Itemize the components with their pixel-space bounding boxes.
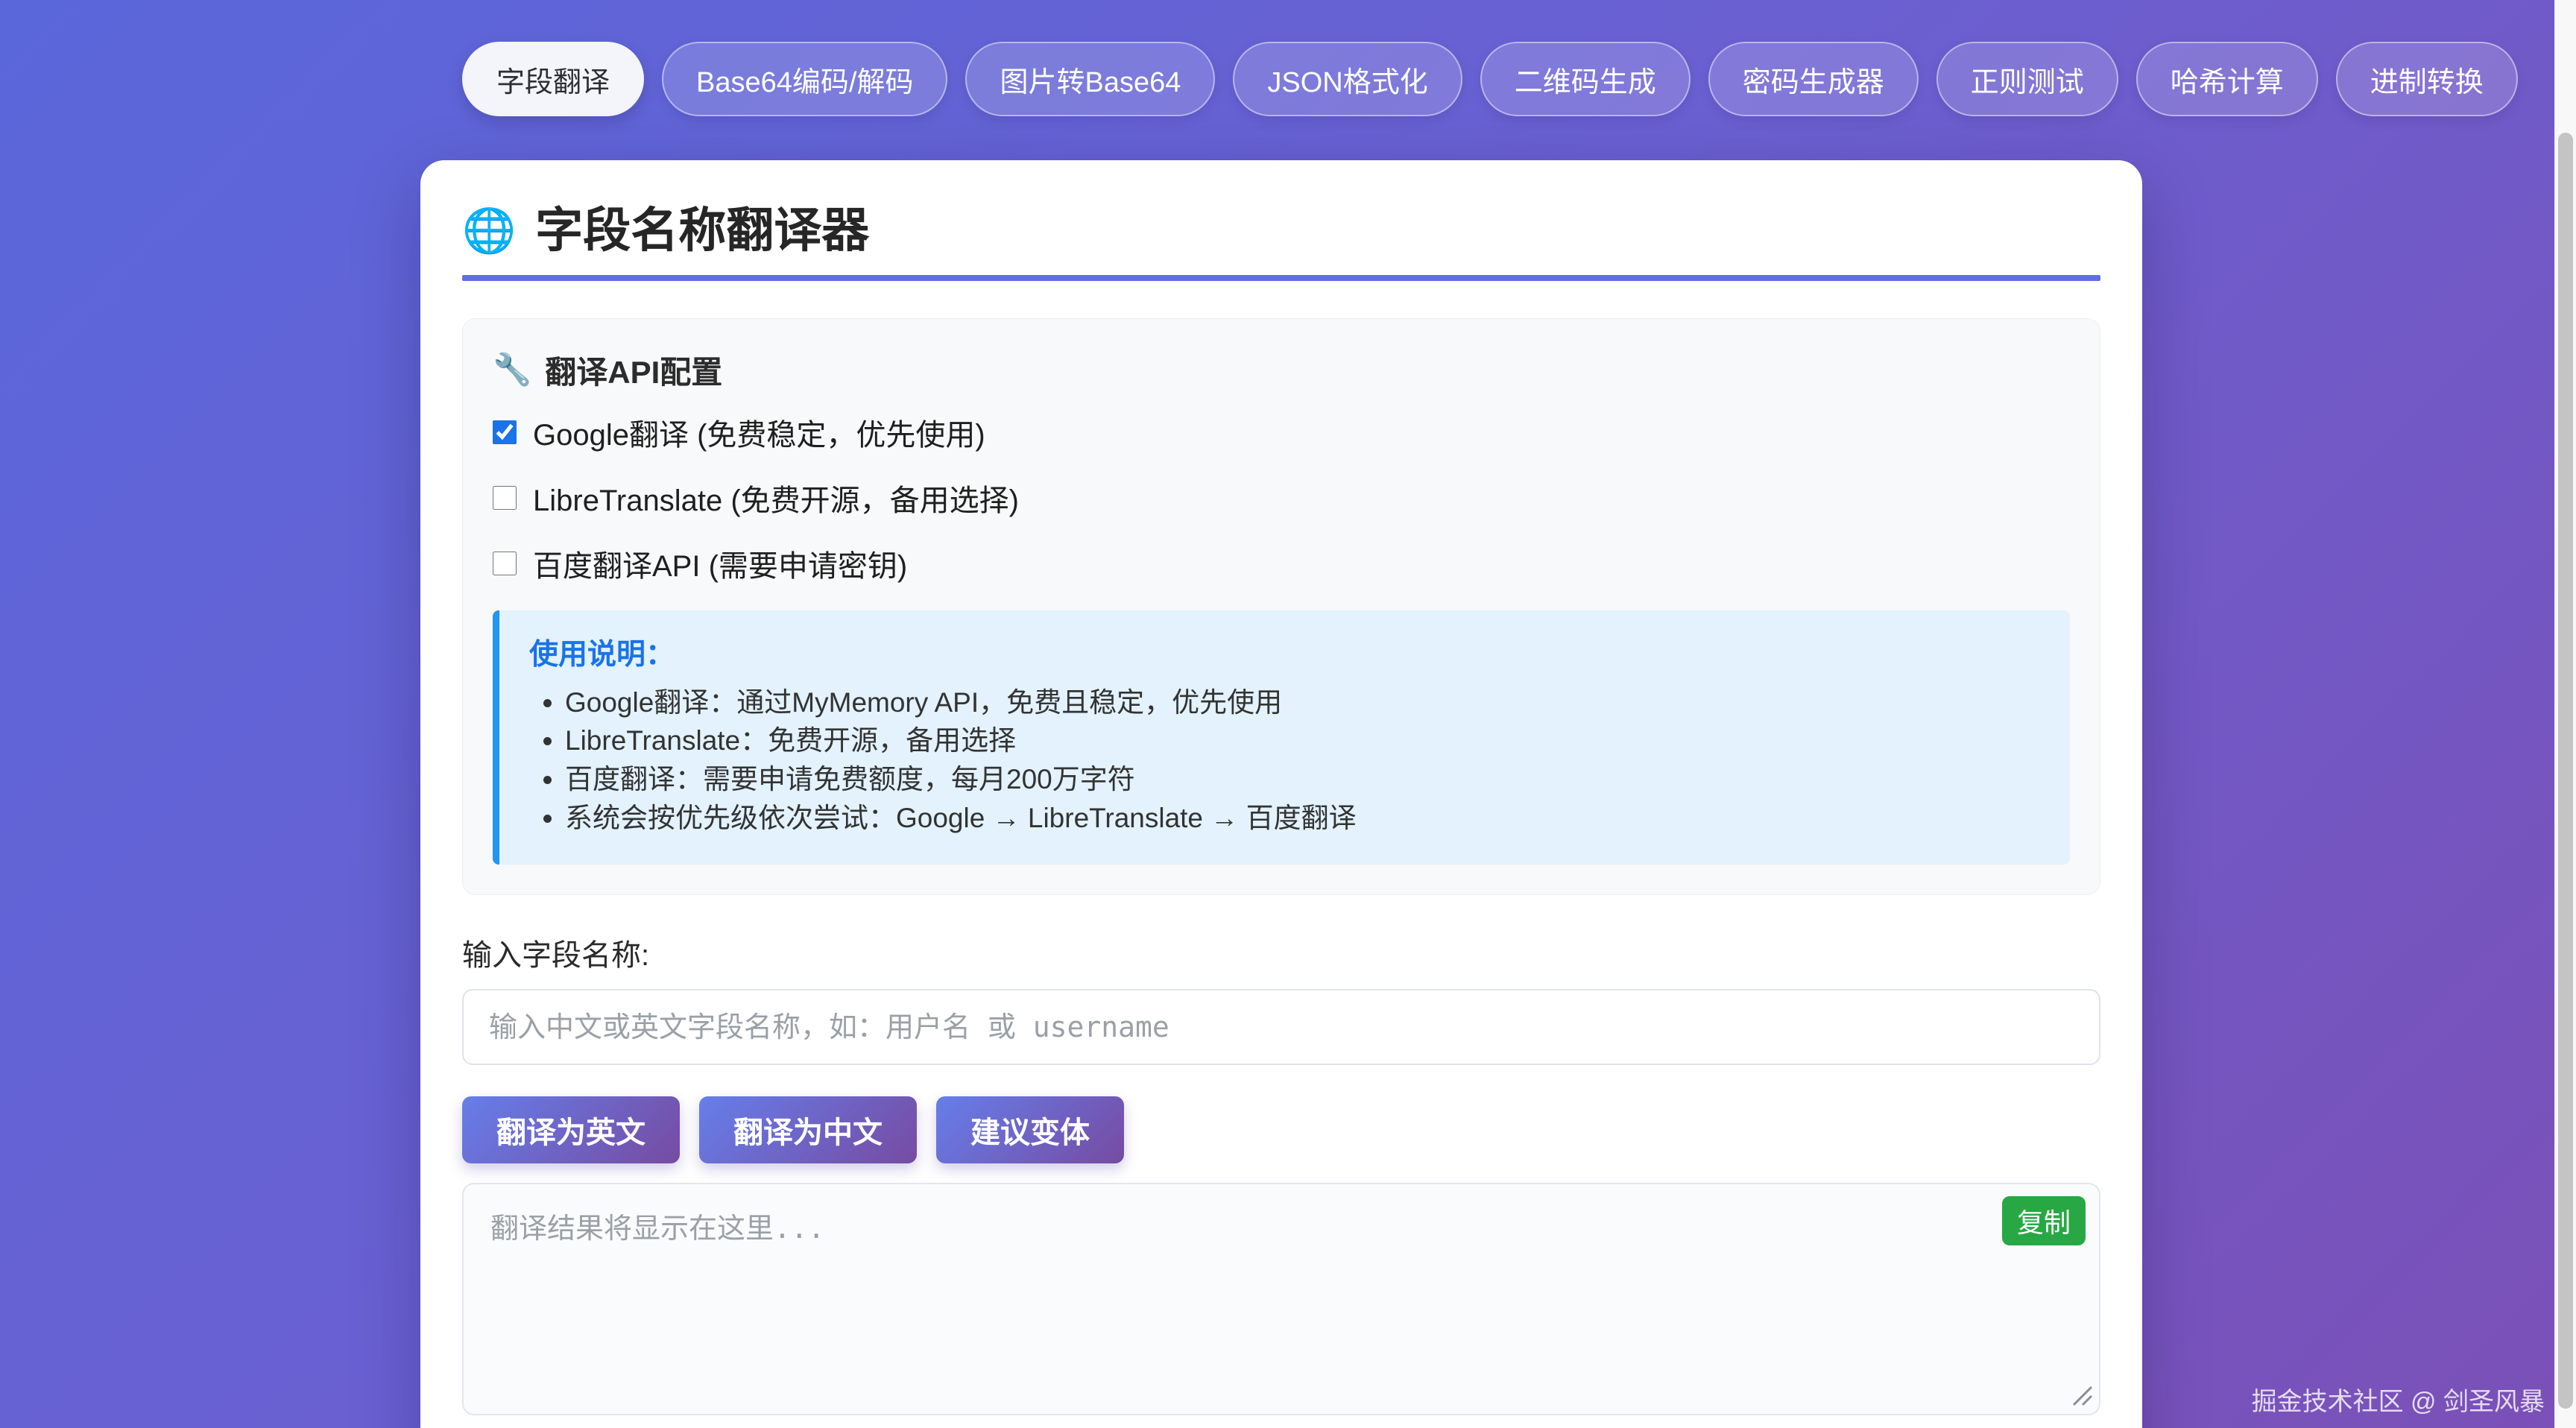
- tool-tab-label: 字段翻译: [496, 59, 610, 100]
- api-option-checkbox[interactable]: [493, 552, 517, 575]
- translate-action-button[interactable]: 建议变体: [936, 1096, 1124, 1163]
- tool-tab[interactable]: 进制转换: [2336, 42, 2518, 116]
- translate-action-label: 翻译为英文: [496, 1116, 645, 1149]
- translate-action-label: 翻译为中文: [733, 1116, 883, 1149]
- action-button-row: 翻译为英文 翻译为中文 建议变体: [462, 1096, 2100, 1163]
- tool-tab[interactable]: 二维码生成: [1480, 42, 1690, 116]
- api-option-checkbox[interactable]: [493, 420, 517, 444]
- usage-info-list: Google翻译：通过MyMemory API，免费且稳定，优先使用 Libre…: [529, 683, 2040, 838]
- page-title-text: 字段名称翻译器: [535, 203, 869, 259]
- translate-action-button[interactable]: 翻译为中文: [699, 1096, 917, 1163]
- footer-credit: 掘金技术社区 @ 剑圣风暴: [2252, 1381, 2545, 1418]
- tool-tab-label: 正则测试: [1971, 59, 2084, 100]
- tool-tab[interactable]: Base64编码/解码: [662, 42, 947, 116]
- tool-tab-label: JSON格式化: [1267, 59, 1427, 100]
- api-option-label: LibreTranslate (免费开源，备用选择): [533, 476, 1019, 519]
- tool-tab[interactable]: 密码生成器: [1708, 42, 1919, 116]
- tool-tab-label: 图片转Base64: [1000, 59, 1181, 100]
- api-option-row[interactable]: LibreTranslate (免费开源，备用选择): [493, 476, 1019, 519]
- tool-tab-bar: 字段翻译 Base64编码/解码 图片转Base64 JSON格式化 二维码生成…: [462, 42, 2518, 116]
- api-config-heading-text: 翻译API配置: [545, 347, 722, 393]
- tool-tab-label: 哈希计算: [2171, 59, 2284, 100]
- tool-tab[interactable]: 字段翻译: [462, 42, 644, 116]
- usage-info-heading: 使用说明：: [529, 631, 2040, 673]
- translate-action-button[interactable]: 翻译为英文: [462, 1096, 680, 1163]
- usage-info-item: LibreTranslate：免费开源，备用选择: [565, 721, 2040, 760]
- result-textarea[interactable]: [462, 1183, 2100, 1415]
- api-option-label: Google翻译 (免费稳定，优先使用): [533, 411, 985, 454]
- usage-info-box: 使用说明： Google翻译：通过MyMemory API，免费且稳定，优先使用…: [493, 610, 2070, 865]
- scrollbar-track[interactable]: [2554, 0, 2576, 1428]
- field-input-label: 输入字段名称:: [462, 931, 2100, 974]
- globe-icon: 🌐: [462, 209, 516, 253]
- tool-tab-label: 二维码生成: [1515, 59, 1656, 100]
- usage-info-item: 百度翻译：需要申请免费额度，每月200万字符: [565, 760, 2040, 799]
- tool-tab[interactable]: JSON格式化: [1233, 42, 1462, 116]
- usage-info-item: Google翻译：通过MyMemory API，免费且稳定，优先使用: [565, 683, 2040, 722]
- translate-action-label: 建议变体: [970, 1116, 1090, 1149]
- tool-tab-label: 密码生成器: [1743, 59, 1884, 100]
- wrench-icon: 🔧: [493, 352, 531, 388]
- result-area: 复制: [462, 1183, 2100, 1415]
- page-background: 字段翻译 Base64编码/解码 图片转Base64 JSON格式化 二维码生成…: [0, 0, 2576, 1428]
- resize-handle-icon[interactable]: [2066, 1380, 2093, 1406]
- scrollbar-thumb[interactable]: [2558, 133, 2573, 1409]
- tool-tab-label: Base64编码/解码: [696, 59, 913, 100]
- api-option-row[interactable]: Google翻译 (免费稳定，优先使用): [493, 411, 985, 454]
- api-config-panel: 🔧 翻译API配置 Google翻译 (免费稳定，优先使用) LibreTran…: [462, 318, 2100, 895]
- title-underline: [462, 275, 2100, 281]
- translator-card: 🌐 字段名称翻译器 🔧 翻译API配置 Google翻译 (免费稳定，优先使用): [420, 160, 2142, 1428]
- api-config-heading: 🔧 翻译API配置: [493, 347, 2070, 393]
- tool-tab[interactable]: 正则测试: [1936, 42, 2118, 116]
- usage-info-item: 系统会按优先级依次尝试：Google → LibreTranslate → 百度…: [565, 799, 2040, 838]
- page-title: 🌐 字段名称翻译器: [462, 203, 2100, 259]
- copy-button[interactable]: 复制: [2002, 1196, 2086, 1245]
- api-option-label: 百度翻译API (需要申请密钥): [533, 542, 907, 585]
- tool-tab[interactable]: 哈希计算: [2136, 42, 2318, 116]
- api-option-row[interactable]: 百度翻译API (需要申请密钥): [493, 542, 907, 585]
- api-option-checkbox[interactable]: [493, 486, 517, 510]
- tool-tab[interactable]: 图片转Base64: [965, 42, 1215, 116]
- tool-tab-label: 进制转换: [2370, 59, 2484, 100]
- api-option-list: Google翻译 (免费稳定，优先使用) LibreTranslate (免费开…: [493, 411, 2070, 585]
- field-name-input[interactable]: [462, 989, 2100, 1065]
